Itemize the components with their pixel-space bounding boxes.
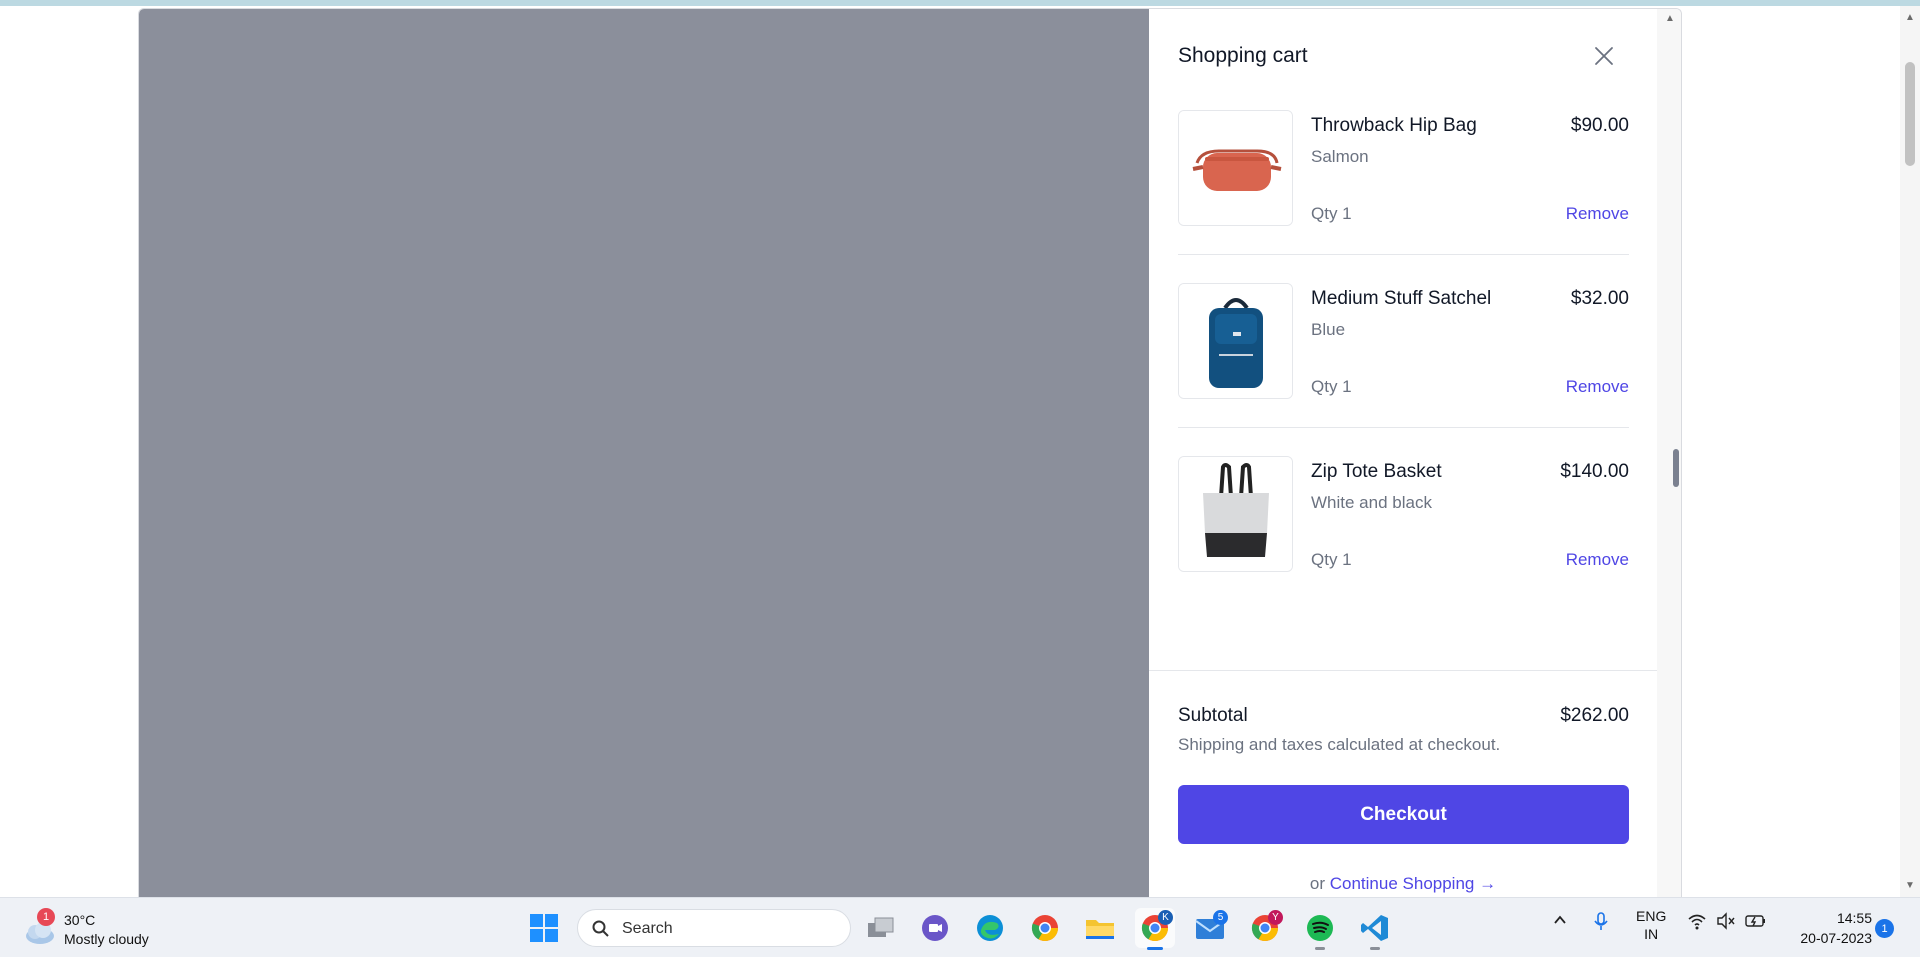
running-indicator bbox=[1370, 947, 1380, 950]
date: 20-07-2023 bbox=[1800, 930, 1872, 946]
product-image-salmon-hip-bag bbox=[1178, 110, 1293, 226]
taskbar: 1 30°C Mostly cloudy Search K 5 Y ENG IN… bbox=[0, 897, 1920, 957]
product-price: $90.00 bbox=[1570, 115, 1629, 136]
product-qty: Qty 1 bbox=[1311, 377, 1352, 396]
chrome-profile-k-icon[interactable]: K bbox=[1135, 908, 1175, 950]
page-scroll-thumb[interactable] bbox=[1905, 62, 1915, 166]
mail-badge: 5 bbox=[1213, 910, 1228, 925]
search-label: Search bbox=[622, 920, 673, 937]
language-indicator[interactable]: ENG IN bbox=[1636, 907, 1666, 943]
shopping-cart-drawer: Shopping cart Throwback Hip Bag $90.00 S… bbox=[1149, 9, 1657, 897]
remove-button[interactable]: Remove bbox=[1566, 377, 1629, 397]
preview-frame: Shopping cart Throwback Hip Bag $90.00 S… bbox=[138, 8, 1682, 897]
subtotal-value: $262.00 bbox=[1560, 705, 1629, 726]
close-icon[interactable] bbox=[1592, 44, 1616, 68]
subtotal-label: Subtotal bbox=[1178, 705, 1248, 726]
footer-divider bbox=[1149, 670, 1657, 671]
cart-item: Zip Tote Basket $140.00 White and black … bbox=[1178, 456, 1629, 572]
taskbar-search[interactable]: Search bbox=[577, 909, 851, 947]
product-qty: Qty 1 bbox=[1311, 204, 1352, 223]
shipping-note: Shipping and taxes calculated at checkou… bbox=[1178, 735, 1501, 754]
remove-button[interactable]: Remove bbox=[1566, 204, 1629, 224]
continue-prefix: or bbox=[1309, 874, 1326, 893]
backdrop-overlay[interactable] bbox=[139, 9, 1149, 897]
notification-count-badge[interactable]: 1 bbox=[1875, 919, 1894, 938]
weather-widget[interactable]: 1 30°C Mostly cloudy bbox=[22, 908, 172, 950]
weather-desc: Mostly cloudy bbox=[64, 931, 149, 947]
continue-shopping-link[interactable]: Continue Shopping → bbox=[1330, 874, 1496, 893]
cart-item: Throwback Hip Bag $90.00 Salmon Qty 1 Re… bbox=[1178, 110, 1629, 226]
lang-line1: ENG bbox=[1636, 908, 1667, 924]
time: 14:55 bbox=[1836, 910, 1872, 926]
file-explorer-icon[interactable] bbox=[1080, 908, 1120, 948]
product-image-blue-satchel bbox=[1178, 283, 1293, 399]
continue-shopping-row: or Continue Shopping → bbox=[1149, 874, 1657, 894]
scroll-down-arrow-icon[interactable]: ▼ bbox=[1905, 880, 1915, 891]
windows-start-icon[interactable] bbox=[524, 908, 564, 948]
product-price: $32.00 bbox=[1570, 288, 1629, 309]
scroll-up-arrow-icon[interactable]: ▲ bbox=[1905, 12, 1915, 23]
clock[interactable]: 14:55 20-07-2023 bbox=[1782, 908, 1872, 948]
cart-item: Medium Stuff Satchel $32.00 Blue Qty 1 R… bbox=[1178, 283, 1629, 399]
page-scrollbar[interactable]: ▲ ▼ bbox=[1900, 6, 1920, 897]
vscode-icon[interactable] bbox=[1355, 908, 1395, 950]
task-view-icon[interactable] bbox=[861, 908, 901, 948]
scroll-up-arrow-icon[interactable]: ▲ bbox=[1665, 13, 1675, 24]
product-qty: Qty 1 bbox=[1311, 550, 1352, 569]
profile-badge: Y bbox=[1268, 910, 1283, 925]
volume-muted-icon[interactable] bbox=[1716, 912, 1736, 933]
drawer-scroll-thumb[interactable] bbox=[1673, 449, 1679, 487]
search-icon bbox=[592, 920, 609, 937]
drawer-scrollbar[interactable]: ▲ bbox=[1657, 9, 1681, 897]
chevron-up-icon[interactable] bbox=[1552, 912, 1568, 931]
browser-page: Shopping cart Throwback Hip Bag $90.00 S… bbox=[0, 6, 1920, 897]
product-price: $140.00 bbox=[1560, 461, 1629, 482]
weather-temp: 30°C bbox=[64, 912, 96, 928]
remove-button[interactable]: Remove bbox=[1566, 550, 1629, 570]
product-name[interactable]: Medium Stuff Satchel bbox=[1311, 288, 1491, 310]
active-indicator bbox=[1147, 947, 1163, 950]
product-color: Blue bbox=[1311, 320, 1346, 339]
product-name[interactable]: Zip Tote Basket bbox=[1311, 461, 1442, 483]
cart-title: Shopping cart bbox=[1178, 44, 1308, 67]
battery-charging-icon[interactable] bbox=[1745, 912, 1767, 933]
product-color: White and black bbox=[1311, 493, 1432, 512]
wifi-icon[interactable] bbox=[1687, 912, 1707, 933]
running-indicator bbox=[1315, 947, 1325, 950]
product-image-white-black-tote bbox=[1178, 456, 1293, 572]
item-divider bbox=[1178, 254, 1629, 255]
meet-icon[interactable] bbox=[915, 908, 955, 948]
chrome-icon[interactable] bbox=[1025, 908, 1065, 948]
mail-icon[interactable]: 5 bbox=[1190, 908, 1230, 948]
product-color: Salmon bbox=[1311, 147, 1369, 166]
checkout-button[interactable]: Checkout bbox=[1178, 785, 1629, 844]
spotify-icon[interactable] bbox=[1300, 908, 1340, 950]
product-name[interactable]: Throwback Hip Bag bbox=[1311, 115, 1477, 137]
edge-icon[interactable] bbox=[970, 908, 1010, 948]
microphone-icon[interactable] bbox=[1593, 912, 1609, 935]
chrome-profile-y-icon[interactable]: Y bbox=[1245, 908, 1285, 948]
weather-badge: 1 bbox=[37, 908, 55, 926]
lang-line2: IN bbox=[1644, 926, 1659, 942]
item-divider bbox=[1178, 427, 1629, 428]
profile-badge: K bbox=[1158, 910, 1173, 925]
